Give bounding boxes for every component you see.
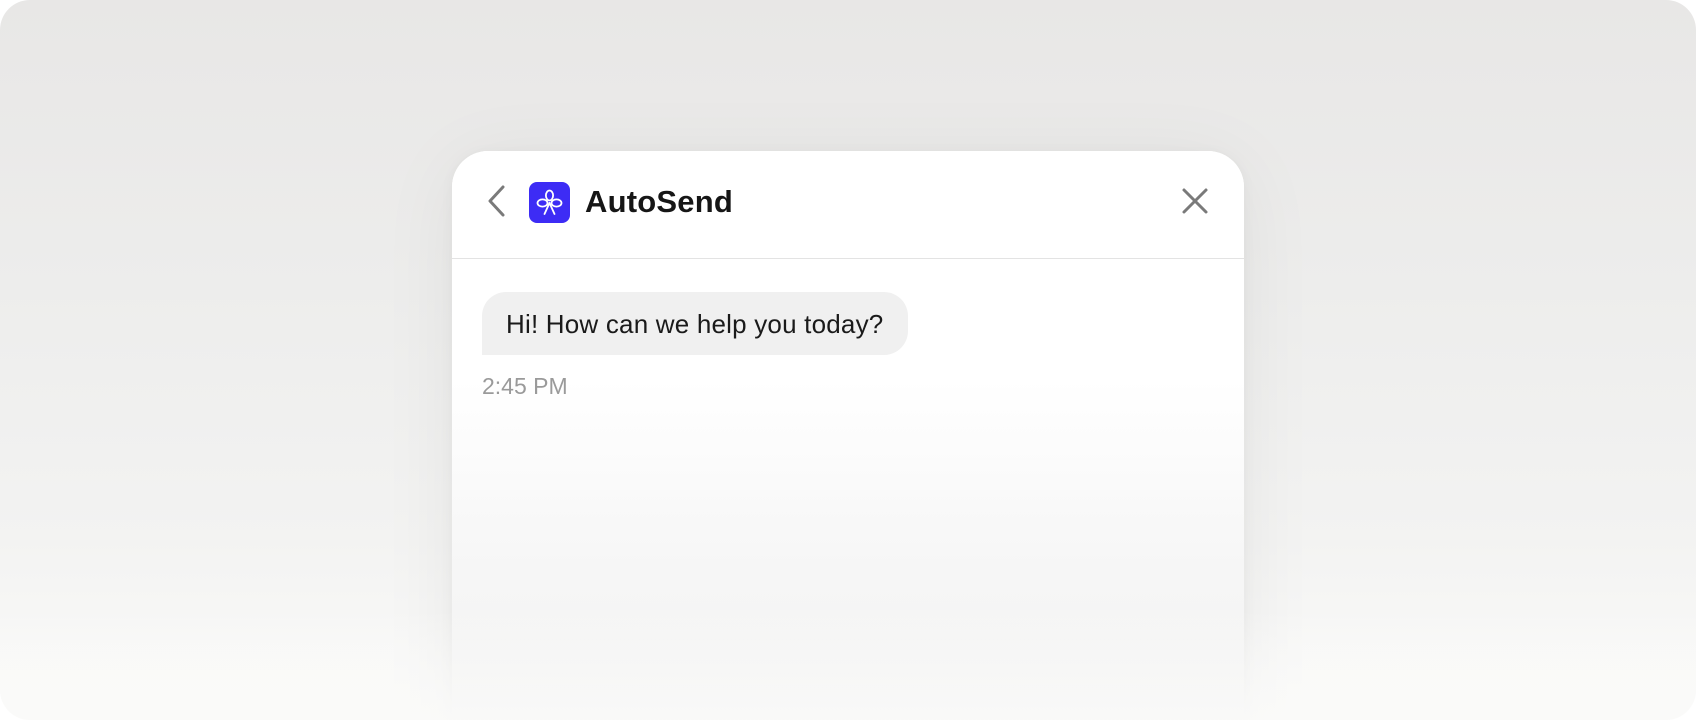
message-list: Hi! How can we help you today? 2:45 PM — [482, 292, 1212, 400]
message-bubble: Hi! How can we help you today? — [482, 292, 909, 355]
app-name: AutoSend — [585, 184, 733, 219]
back-button[interactable] — [480, 182, 514, 224]
close-button[interactable] — [1174, 182, 1216, 224]
page-background: AutoSend Hi! How can we help you today? … — [0, 0, 1696, 720]
chat-header: AutoSend — [452, 151, 1244, 259]
chevron-left-icon — [486, 183, 508, 224]
chat-window: AutoSend Hi! How can we help you today? … — [452, 151, 1244, 720]
message-timestamp: 2:45 PM — [482, 373, 568, 399]
close-icon — [1181, 187, 1209, 220]
autosend-logo-icon — [529, 182, 570, 223]
